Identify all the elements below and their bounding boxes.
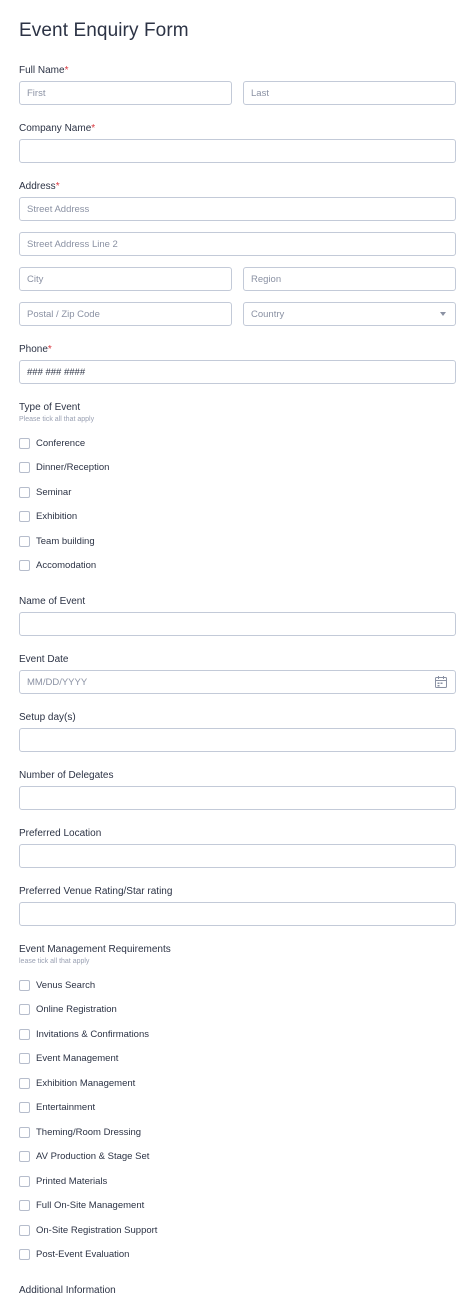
street-address-input[interactable]: Street Address [19,197,456,221]
company-name-label: Company Name* [19,123,96,134]
region-input[interactable]: Region [243,267,456,291]
checkbox-label: Invitations & Confirmations [36,1028,149,1040]
preferred-venue-rating-input[interactable] [19,902,456,926]
name-of-event-input[interactable] [19,612,456,636]
phone-input[interactable]: ### ### #### [19,360,456,384]
checkbox-label: Team building [36,535,95,547]
checkbox-label: Entertainment [36,1102,96,1113]
checkbox[interactable] [19,437,30,449]
full-name-label: Full Name* [19,65,69,76]
checkbox-option[interactable]: Entertainment [19,1101,95,1115]
checkbox[interactable] [19,1077,30,1089]
checkbox-option[interactable]: Event Management [19,1052,118,1066]
checkbox-label: Printed Materials [36,1175,108,1187]
checkbox-option[interactable]: Online Registration [19,1003,117,1017]
checkbox-option[interactable]: Theming/Room Dressing [19,1125,141,1139]
checkbox[interactable] [19,1004,30,1015]
checkbox-option[interactable]: Team building [19,534,95,548]
checkbox[interactable] [19,1053,30,1064]
number-of-delegates-label: Number of Delegates [19,770,114,781]
checkbox-option[interactable]: Conference [19,436,85,450]
checkbox-label: Full On-Site Management [36,1200,145,1211]
form-title: Event Enquiry Form [19,20,189,41]
checkbox-option[interactable]: AV Production & Stage Set [19,1150,149,1164]
checkbox[interactable] [19,1200,30,1211]
last-name-input[interactable]: Last [243,81,456,105]
setup-days-label: Setup day(s) [19,712,76,723]
checkbox[interactable] [19,1224,30,1236]
checkbox-label: Online Registration [36,1004,117,1015]
checkbox-option[interactable]: Post-Event Evaluation [19,1248,129,1262]
chevron-down-icon [440,312,446,316]
name-of-event-label: Name of Event [19,596,86,607]
address-label: Address* [19,181,60,192]
checkbox-label: Exhibition Management [36,1077,136,1089]
checkbox[interactable] [19,979,30,991]
event-date-placeholder: MM/DD/YYYY [27,676,88,688]
checkbox-label: Exhibition [36,511,78,522]
checkbox[interactable] [19,1151,30,1162]
checkbox-label: Post-Event Evaluation [36,1249,130,1260]
company-name-input[interactable] [19,139,456,163]
checkbox-label: Accomodation [36,560,97,571]
event-date-label: Event Date [19,654,69,665]
first-name-input[interactable]: First [19,81,232,105]
checkbox[interactable] [19,1028,30,1040]
checkbox-option[interactable]: Dinner/Reception [19,461,109,475]
checkbox-option[interactable]: Exhibition Management [19,1076,135,1090]
type-of-event-label: Type of Event [19,402,81,413]
checkbox[interactable] [19,1249,30,1260]
preferred-venue-rating-label: Preferred Venue Rating/Star rating [19,886,173,897]
event-management-requirements-sublabel: lease tick all that apply [19,958,90,965]
postal-code-input[interactable]: Postal / Zip Code [19,302,232,326]
country-select[interactable]: Country [243,302,456,326]
street-address-line2-input[interactable]: Street Address Line 2 [19,232,456,256]
checkbox-label: Conference [36,437,86,449]
city-input[interactable]: City [19,267,232,291]
checkbox-option[interactable]: Seminar [19,485,71,499]
checkbox-option[interactable]: Venus Search [19,978,95,992]
preferred-location-label: Preferred Location [19,828,102,839]
checkbox[interactable] [19,486,30,498]
checkbox-label: AV Production & Stage Set [36,1151,150,1162]
checkbox-label: Seminar [36,486,72,498]
checkbox-option[interactable]: Printed Materials [19,1174,107,1188]
checkbox-option[interactable]: Invitations & Confirmations [19,1027,149,1041]
checkbox[interactable] [19,1126,30,1138]
checkbox-label: On-Site Registration Support [36,1224,158,1236]
checkbox[interactable] [19,1175,30,1187]
country-select-value: Country [251,308,285,320]
checkbox-label: Event Management [36,1053,119,1064]
checkbox-label: Dinner/Reception [36,462,110,473]
checkbox[interactable] [19,560,30,571]
checkbox-option[interactable]: On-Site Registration Support [19,1223,157,1237]
type-of-event-sublabel: Please tick all that apply [19,416,95,423]
checkbox-label: Theming/Room Dressing [36,1126,142,1138]
phone-label: Phone* [19,344,52,355]
checkbox[interactable] [19,535,30,547]
checkbox[interactable] [19,462,30,473]
preferred-location-input[interactable] [19,844,456,868]
checkbox-option[interactable]: Full On-Site Management [19,1199,144,1213]
event-management-requirements-label: Event Management Requirements [19,944,171,955]
checkbox-option[interactable]: Exhibition [19,510,77,524]
additional-information-label: Additional Information [19,1285,116,1296]
event-date-input[interactable]: MM/DD/YYYY [19,670,456,694]
checkbox[interactable] [19,1102,30,1113]
checkbox-option[interactable]: Accomodation [19,559,96,573]
checkbox[interactable] [19,511,30,522]
number-of-delegates-input[interactable] [19,786,456,810]
checkbox-label: Venus Search [36,979,96,991]
calendar-icon[interactable] [434,675,448,689]
setup-days-input[interactable] [19,728,456,752]
